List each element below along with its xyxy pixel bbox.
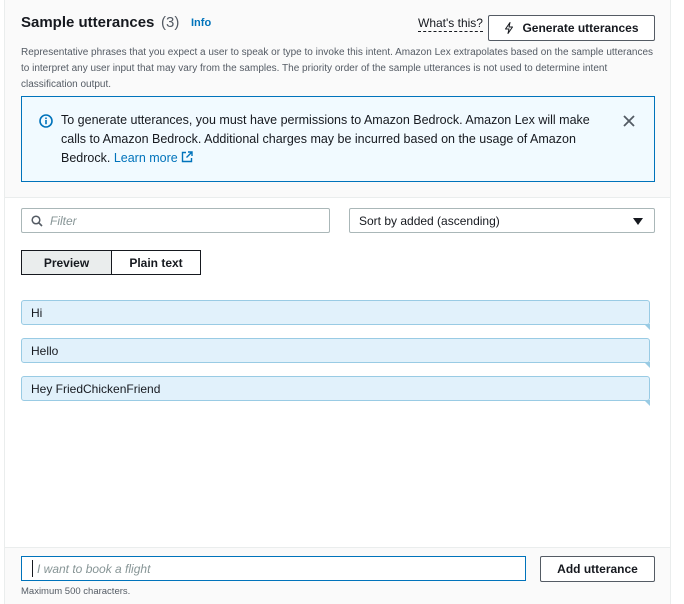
info-circle-icon — [39, 114, 53, 128]
max-characters-hint: Maximum 500 characters. — [21, 586, 131, 597]
utterance-item[interactable]: Hey FriedChickenFriend — [21, 376, 650, 406]
info-link[interactable]: Info — [191, 17, 211, 29]
utterance-item[interactable]: Hello — [21, 338, 650, 368]
add-utterance-button[interactable]: Add utterance — [540, 556, 655, 582]
close-icon[interactable] — [622, 114, 636, 128]
add-utterance-field[interactable] — [21, 556, 526, 581]
plain-text-toggle-button[interactable]: Plain text — [112, 250, 201, 275]
view-toggle: Preview Plain text — [21, 250, 201, 275]
filter-input[interactable] — [50, 211, 320, 230]
learn-more-label: Learn more — [113, 151, 178, 165]
preview-toggle-button[interactable]: Preview — [21, 250, 112, 275]
sort-select[interactable]: Sort by added (ascending) — [349, 208, 655, 233]
bedrock-info-alert: To generate utterances, you must have pe… — [21, 96, 655, 182]
filter-field[interactable] — [21, 208, 330, 233]
lightning-icon — [505, 22, 514, 34]
learn-more-link[interactable]: Learn more — [114, 151, 193, 165]
sort-selected-value: Sort by added (ascending) — [359, 214, 500, 228]
generate-utterances-button[interactable]: Generate utterances — [488, 15, 655, 41]
header-area: Sample utterances (3) Info What's this? … — [5, 0, 670, 198]
caret-down-icon — [633, 218, 643, 225]
section-description: Representative phrases that you expect a… — [21, 47, 654, 90]
whats-this-link[interactable]: What's this? — [418, 16, 483, 32]
external-link-icon — [181, 151, 193, 163]
alert-message: To generate utterances, you must have pe… — [61, 111, 611, 168]
generate-utterances-label: Generate utterances — [522, 21, 639, 35]
search-icon — [31, 215, 43, 227]
utterance-item[interactable]: Hi — [21, 300, 650, 330]
add-utterance-input[interactable] — [32, 560, 512, 577]
sample-utterances-panel: Sample utterances (3) Info What's this? … — [4, 0, 671, 604]
section-title: Sample utterances — [21, 14, 155, 31]
utterance-count: (3) — [161, 14, 180, 31]
